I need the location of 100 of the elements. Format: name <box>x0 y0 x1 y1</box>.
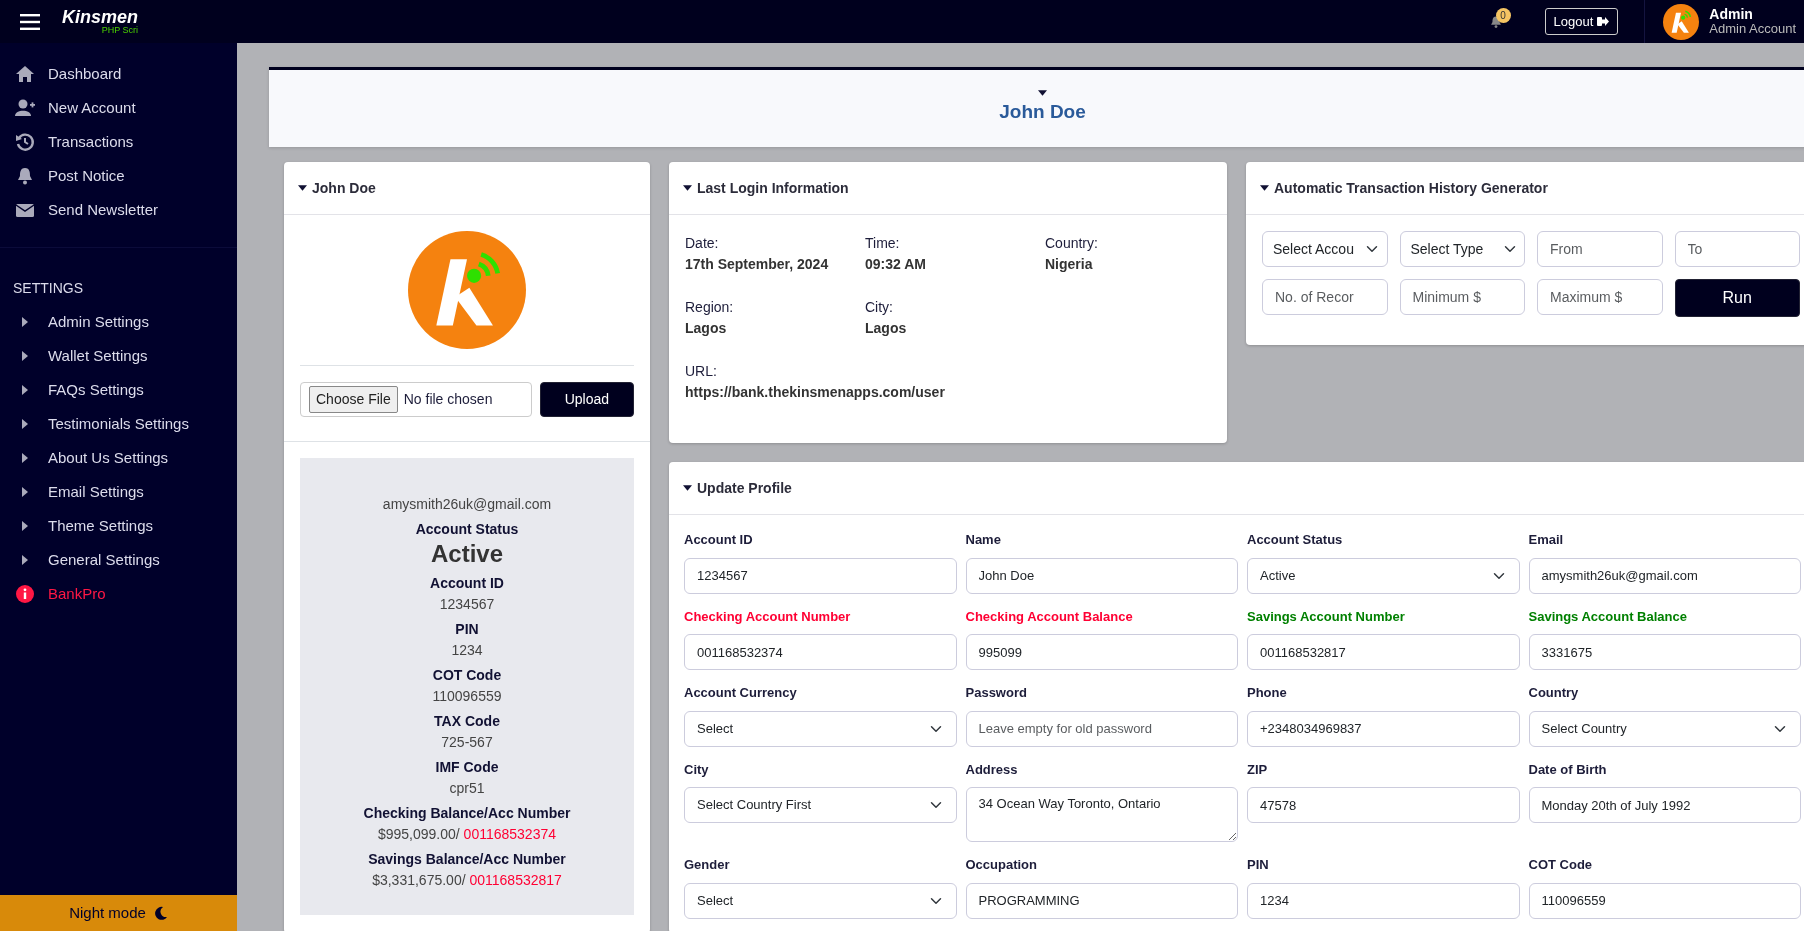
field-value: Nigeria <box>1045 255 1094 274</box>
input-field[interactable]: Leave empty for old password <box>965 710 1238 747</box>
input-field[interactable]: Monday 20th of July 1992 <box>1528 787 1801 823</box>
field-label: Name <box>965 531 1001 549</box>
notification-badge: 0 <box>1495 7 1511 23</box>
field-label: PIN <box>1247 856 1269 874</box>
detail-label: Account ID <box>429 573 505 593</box>
field-label: City <box>684 760 709 779</box>
caret-icon <box>683 485 692 491</box>
input-field[interactable]: 47578 <box>1247 787 1520 823</box>
account-number: 001168532817 <box>469 871 562 888</box>
upload-button[interactable]: Upload <box>539 382 634 417</box>
input-field[interactable]: To <box>1674 231 1800 267</box>
menu-icon <box>20 13 40 30</box>
brand-logo[interactable]: Kinsmen <box>62 8 139 26</box>
sidebar-link[interactable]: FAQs Settings <box>0 373 237 407</box>
input-field[interactable]: 110096559 <box>1528 882 1801 919</box>
sidebar-link[interactable]: About Us Settings <box>0 441 237 475</box>
sidebar-link[interactable]: Post Notice <box>0 159 237 193</box>
input-field[interactable]: 001168532817 <box>1247 634 1520 670</box>
input-field[interactable]: 3331675 <box>1528 634 1801 670</box>
detail-value: 1234567 <box>438 594 496 614</box>
field-label: Savings Account Balance <box>1528 607 1687 626</box>
logout-button[interactable]: Logout <box>1544 7 1619 36</box>
input-field[interactable]: amysmith26uk@gmail.com <box>1528 557 1801 594</box>
input-field[interactable]: Maximum $ <box>1537 279 1663 315</box>
user-role: Admin Account <box>1709 22 1796 37</box>
email-text: amysmith26uk@gmail.com <box>381 495 553 514</box>
card-title[interactable]: Update Profile <box>697 477 792 499</box>
sidebar-link[interactable]: Testimonials Settings <box>0 407 237 441</box>
caret-right-icon <box>21 555 28 565</box>
sign-out-icon <box>1597 16 1610 27</box>
input-field[interactable]: 995099 <box>965 634 1238 670</box>
input-field[interactable]: 1234 <box>1247 882 1520 919</box>
input-field[interactable]: Minimum $ <box>1399 279 1525 315</box>
sidebar-link[interactable]: BankPro <box>0 577 237 611</box>
input-field[interactable]: +2348034969837 <box>1247 710 1520 747</box>
card-title[interactable]: Last Login Information <box>697 177 849 199</box>
sidebar-link[interactable]: Dashboard <box>0 57 237 91</box>
field-label: Country: <box>1045 234 1099 253</box>
status-text: Active <box>429 540 504 569</box>
dropdown[interactable]: Active <box>1247 557 1520 594</box>
sidebar-link[interactable]: Admin Settings <box>0 305 237 339</box>
user-name: Admin <box>1709 6 1754 23</box>
detail-label: Account Status <box>414 520 520 539</box>
sidebar-link[interactable]: Transactions <box>0 125 237 159</box>
dropdown[interactable]: Select <box>684 710 957 747</box>
sidebar-link[interactable]: Send Newsletter <box>0 193 237 227</box>
balance-text: $3,331,675.00/ <box>372 871 466 888</box>
dropdown[interactable]: Select Country <box>1528 710 1801 747</box>
input-field[interactable]: From <box>1537 231 1663 267</box>
sidebar-link[interactable]: Theme Settings <box>0 509 237 543</box>
home-icon <box>14 64 35 84</box>
field-label: COT Code <box>1528 856 1593 874</box>
sidebar-link[interactable]: General Settings <box>0 543 237 577</box>
detail-value: cpr51 <box>448 778 486 798</box>
sidebar-link[interactable]: Email Settings <box>0 475 237 509</box>
dropdown[interactable]: Select Accou <box>1262 231 1388 267</box>
detail-label: IMF Code <box>434 757 500 777</box>
field-label: City: <box>865 298 894 317</box>
field-label: Phone <box>1247 684 1287 702</box>
input-field[interactable]: 1234567 <box>684 557 957 594</box>
field-value: Lagos <box>865 319 908 338</box>
dropdown[interactable]: Select Country First <box>684 787 957 823</box>
dropdown[interactable]: Select Type <box>1399 231 1525 267</box>
page-title: John Doe <box>999 100 1086 125</box>
input-field[interactable]: John Doe <box>965 557 1238 594</box>
field-label: Account Status <box>1247 531 1343 549</box>
dropdown[interactable]: Select <box>684 882 957 919</box>
caret-icon <box>1260 185 1269 191</box>
detail-label: Savings Balance/Acc Number <box>367 849 567 869</box>
field-label: Date of Birth <box>1528 760 1607 779</box>
card-title[interactable]: Automatic Transaction History Generator <box>1274 177 1548 199</box>
field-label: Occupation <box>965 856 1037 874</box>
file-input[interactable]: Choose File No file chosen <box>300 382 532 417</box>
caret-right-icon <box>21 453 28 463</box>
sidebar-link[interactable]: Wallet Settings <box>0 339 237 373</box>
field-label: Gender <box>684 856 730 874</box>
input-field[interactable]: 001168532374 <box>684 634 957 670</box>
choose-file-button[interactable]: Choose File <box>309 386 398 413</box>
input-field[interactable]: PROGRAMMING <box>965 882 1238 919</box>
detail-label: PIN <box>454 619 480 639</box>
text-area[interactable]: 34 Ocean Way Toronto, Ontario <box>965 787 1238 842</box>
input-field[interactable]: No. of Recor <box>1262 279 1388 315</box>
run-button[interactable]: Run <box>1674 279 1800 317</box>
history-icon <box>14 132 35 152</box>
file-status: No file chosen <box>403 390 493 409</box>
detail-value: 110096559 <box>431 686 503 706</box>
field-label: Address <box>965 760 1018 779</box>
field-value: 09:32 AM <box>865 255 927 274</box>
field-label: Account ID <box>684 531 753 549</box>
field-value: 17th September, 2024 <box>685 255 830 274</box>
section-heading: SETTINGS <box>12 279 84 298</box>
field-label: Time: <box>865 234 901 253</box>
caret-right-icon <box>21 521 28 531</box>
sidebar-link[interactable]: New Account <box>0 91 237 125</box>
balance-text: $995,099.00/ <box>377 825 460 842</box>
caret-right-icon <box>21 419 28 429</box>
card-title[interactable]: John Doe <box>312 177 376 199</box>
field-label: Country <box>1528 684 1579 702</box>
